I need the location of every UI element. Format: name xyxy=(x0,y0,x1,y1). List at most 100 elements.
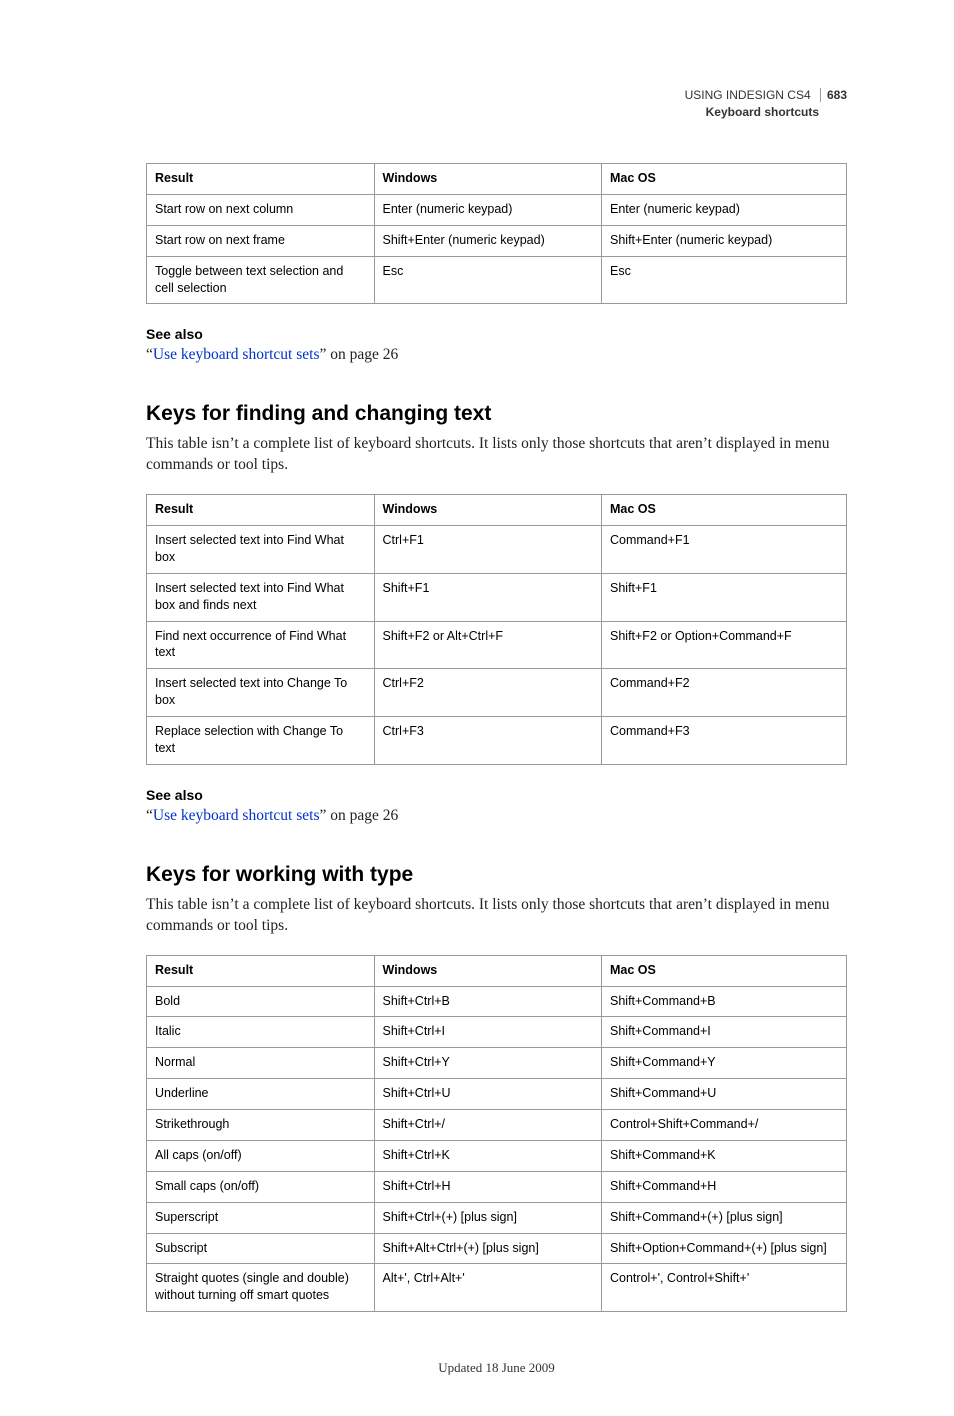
see-also-ref-2: “Use keyboard shortcut sets” on page 26 xyxy=(146,807,847,825)
cell-result: Start row on next column xyxy=(147,194,375,225)
cell-mac: Shift+Command+K xyxy=(602,1140,847,1171)
col-result: Result xyxy=(147,495,375,526)
col-result: Result xyxy=(147,955,375,986)
cell-windows: Shift+Ctrl+I xyxy=(374,1017,602,1048)
shortcut-table-3: Result Windows Mac OS BoldShift+Ctrl+BSh… xyxy=(146,955,847,1313)
cell-mac: Shift+Command+B xyxy=(602,986,847,1017)
cell-windows: Alt+', Ctrl+Alt+' xyxy=(374,1264,602,1312)
table-row: Start row on next columnEnter (numeric k… xyxy=(147,194,847,225)
table-row: Replace selection with Change To textCtr… xyxy=(147,717,847,765)
cell-mac: Command+F2 xyxy=(602,669,847,717)
cell-windows: Shift+Ctrl+B xyxy=(374,986,602,1017)
table-row: Insert selected text into Change To boxC… xyxy=(147,669,847,717)
cell-mac: Shift+Command+(+) [plus sign] xyxy=(602,1202,847,1233)
table-row: UnderlineShift+Ctrl+UShift+Command+U xyxy=(147,1079,847,1110)
cell-windows: Shift+Ctrl+Y xyxy=(374,1048,602,1079)
table-row: Find next occurrence of Find What textSh… xyxy=(147,621,847,669)
cell-result: Find next occurrence of Find What text xyxy=(147,621,375,669)
cell-result: All caps (on/off) xyxy=(147,1140,375,1171)
col-result: Result xyxy=(147,164,375,195)
cell-windows: Esc xyxy=(374,256,602,304)
cell-windows: Shift+Alt+Ctrl+(+) [plus sign] xyxy=(374,1233,602,1264)
section-intro-find: This table isn’t a complete list of keyb… xyxy=(146,434,847,476)
col-mac: Mac OS xyxy=(602,495,847,526)
cell-result: Start row on next frame xyxy=(147,225,375,256)
table-row: Small caps (on/off)Shift+Ctrl+HShift+Com… xyxy=(147,1171,847,1202)
running-header: USING INDESIGN CS4 683 Keyboard shortcut… xyxy=(146,88,847,119)
cell-result: Insert selected text into Change To box xyxy=(147,669,375,717)
table-row: SuperscriptShift+Ctrl+(+) [plus sign]Shi… xyxy=(147,1202,847,1233)
cell-mac: Shift+Command+I xyxy=(602,1017,847,1048)
cell-result: Insert selected text into Find What box xyxy=(147,526,375,574)
cell-result: Small caps (on/off) xyxy=(147,1171,375,1202)
cell-mac: Shift+Command+Y xyxy=(602,1048,847,1079)
section-heading-type: Keys for working with type xyxy=(146,863,847,887)
cell-windows: Shift+F1 xyxy=(374,573,602,621)
shortcut-table-1: Result Windows Mac OS Start row on next … xyxy=(146,163,847,304)
cell-windows: Shift+F2 or Alt+Ctrl+F xyxy=(374,621,602,669)
table-row: NormalShift+Ctrl+YShift+Command+Y xyxy=(147,1048,847,1079)
cell-windows: Shift+Enter (numeric keypad) xyxy=(374,225,602,256)
cell-mac: Shift+Option+Command+(+) [plus sign] xyxy=(602,1233,847,1264)
cell-result: Subscript xyxy=(147,1233,375,1264)
cell-result: Toggle between text selection and cell s… xyxy=(147,256,375,304)
cell-result: Insert selected text into Find What box … xyxy=(147,573,375,621)
cell-result: Strikethrough xyxy=(147,1110,375,1141)
table-row: All caps (on/off)Shift+Ctrl+KShift+Comma… xyxy=(147,1140,847,1171)
section-type: Keys for working with type This table is… xyxy=(146,863,847,1312)
cell-result: Underline xyxy=(147,1079,375,1110)
cell-mac: Shift+Command+H xyxy=(602,1171,847,1202)
cell-windows: Shift+Ctrl+(+) [plus sign] xyxy=(374,1202,602,1233)
col-mac: Mac OS xyxy=(602,164,847,195)
footer-updated: Updated 18 June 2009 xyxy=(146,1360,847,1376)
see-also-heading-2: See also xyxy=(146,787,847,803)
shortcut-table-2: Result Windows Mac OS Insert selected te… xyxy=(146,494,847,765)
table-row: Straight quotes (single and double) with… xyxy=(147,1264,847,1312)
cell-windows: Ctrl+F2 xyxy=(374,669,602,717)
cell-result: Straight quotes (single and double) with… xyxy=(147,1264,375,1312)
col-windows: Windows xyxy=(374,955,602,986)
see-also-link-1[interactable]: Use keyboard shortcut sets xyxy=(153,346,320,363)
table-row: Insert selected text into Find What box … xyxy=(147,573,847,621)
section-intro-type: This table isn’t a complete list of keyb… xyxy=(146,895,847,937)
table2-body: Insert selected text into Find What boxC… xyxy=(147,526,847,765)
see-also-ref-1: “Use keyboard shortcut sets” on page 26 xyxy=(146,346,847,364)
table-row: Toggle between text selection and cell s… xyxy=(147,256,847,304)
table3-body: BoldShift+Ctrl+BShift+Command+BItalicShi… xyxy=(147,986,847,1312)
cell-result: Italic xyxy=(147,1017,375,1048)
cell-mac: Command+F3 xyxy=(602,717,847,765)
page: USING INDESIGN CS4 683 Keyboard shortcut… xyxy=(0,0,954,1416)
cell-windows: Shift+Ctrl+K xyxy=(374,1140,602,1171)
see-also-heading-1: See also xyxy=(146,326,847,342)
col-mac: Mac OS xyxy=(602,955,847,986)
cell-mac: Shift+Command+U xyxy=(602,1079,847,1110)
table1-body: Start row on next columnEnter (numeric k… xyxy=(147,194,847,304)
cell-result: Bold xyxy=(147,986,375,1017)
table-row: Insert selected text into Find What boxC… xyxy=(147,526,847,574)
cell-result: Superscript xyxy=(147,1202,375,1233)
table-header-row: Result Windows Mac OS xyxy=(147,495,847,526)
cell-mac: Shift+F1 xyxy=(602,573,847,621)
cell-result: Normal xyxy=(147,1048,375,1079)
table-header-row: Result Windows Mac OS xyxy=(147,955,847,986)
col-windows: Windows xyxy=(374,164,602,195)
cell-windows: Shift+Ctrl+/ xyxy=(374,1110,602,1141)
cell-result: Replace selection with Change To text xyxy=(147,717,375,765)
cell-windows: Enter (numeric keypad) xyxy=(374,194,602,225)
section-find-change: Keys for finding and changing text This … xyxy=(146,402,847,764)
table-row: SubscriptShift+Alt+Ctrl+(+) [plus sign]S… xyxy=(147,1233,847,1264)
cell-mac: Control+Shift+Command+/ xyxy=(602,1110,847,1141)
table-row: ItalicShift+Ctrl+IShift+Command+I xyxy=(147,1017,847,1048)
cell-mac: Shift+Enter (numeric keypad) xyxy=(602,225,847,256)
col-windows: Windows xyxy=(374,495,602,526)
cell-mac: Shift+F2 or Option+Command+F xyxy=(602,621,847,669)
table-row: StrikethroughShift+Ctrl+/Control+Shift+C… xyxy=(147,1110,847,1141)
cell-mac: Control+', Control+Shift+' xyxy=(602,1264,847,1312)
doc-title: USING INDESIGN CS4 xyxy=(685,88,811,102)
see-also-link-2[interactable]: Use keyboard shortcut sets xyxy=(153,807,320,824)
table-row: Start row on next frameShift+Enter (nume… xyxy=(147,225,847,256)
cell-windows: Shift+Ctrl+H xyxy=(374,1171,602,1202)
cell-windows: Ctrl+F1 xyxy=(374,526,602,574)
cell-mac: Command+F1 xyxy=(602,526,847,574)
cell-mac: Enter (numeric keypad) xyxy=(602,194,847,225)
